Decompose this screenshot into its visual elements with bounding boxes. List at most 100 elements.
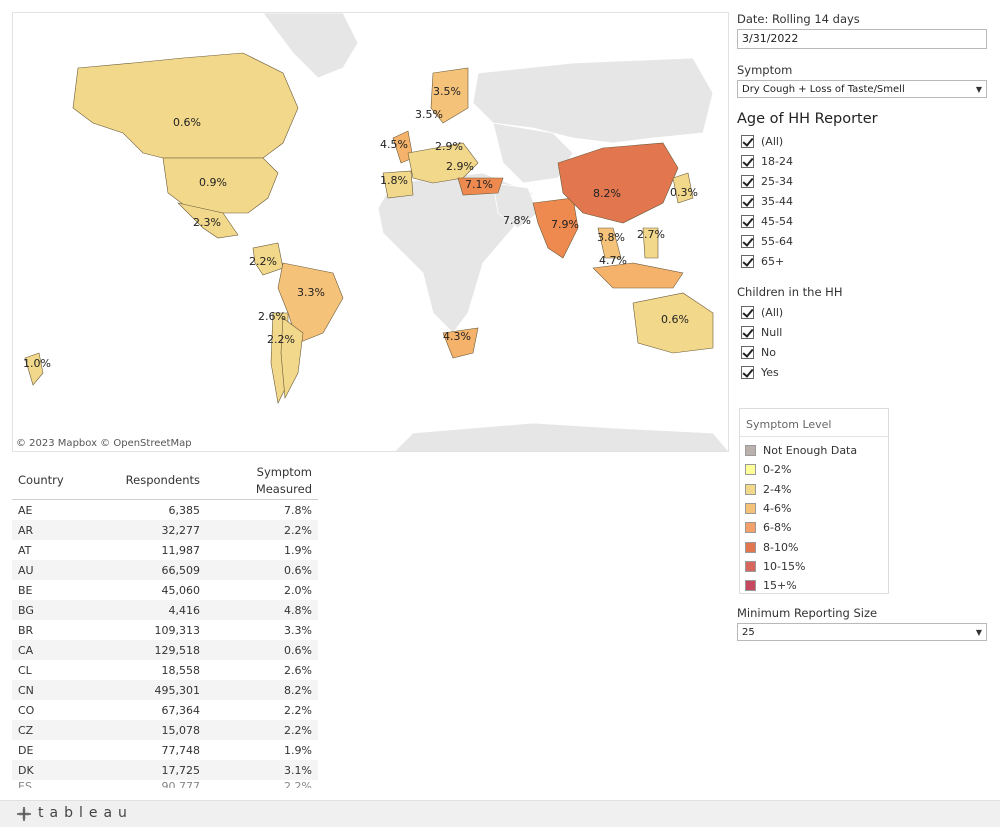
legend-swatch — [745, 464, 756, 476]
map-label-chile: 2.6% — [258, 310, 286, 323]
date-filter-label: Date: Rolling 14 days — [737, 12, 860, 26]
min-size-filter: Minimum Reporting Size 25 ▼ — [737, 606, 987, 641]
checkbox-item[interactable]: 35-44 — [737, 191, 989, 211]
cell-country: BR — [18, 623, 34, 637]
map-label-japan: 0.3% — [670, 186, 698, 199]
table-row[interactable]: CO 67,364 2.2% — [12, 700, 318, 720]
checkbox-label: 18-24 — [761, 154, 793, 168]
checkbox-checked-icon[interactable] — [741, 365, 754, 379]
table-row[interactable]: CZ 15,078 2.2% — [12, 720, 318, 740]
cell-country: DK — [18, 763, 34, 777]
checkbox-item[interactable]: Null — [737, 322, 989, 342]
world-map[interactable]: 0.6% 0.9% 2.3% 2.2% 3.3% 2.6% 2.2% 1.0% … — [12, 12, 729, 452]
cell-symptom: 2.0% — [284, 583, 312, 597]
checkbox-item[interactable]: (All) — [737, 131, 989, 151]
checkbox-checked-icon[interactable] — [741, 345, 754, 359]
cell-respondents: 6,385 — [168, 503, 201, 517]
table-row[interactable]: AT 11,987 1.9% — [12, 540, 318, 560]
checkbox-checked-icon[interactable] — [741, 234, 754, 248]
legend-item[interactable]: 8-10% — [740, 537, 888, 556]
checkbox-checked-icon[interactable] — [741, 194, 754, 208]
cell-country: CN — [18, 683, 34, 697]
checkbox-checked-icon[interactable] — [741, 325, 754, 339]
checkbox-item[interactable]: Yes — [737, 362, 989, 382]
cell-country: AR — [18, 523, 34, 537]
tableau-logo-icon — [17, 807, 31, 821]
map-label-indonesia: 4.7% — [599, 254, 627, 267]
checkbox-label: 55-64 — [761, 234, 793, 248]
symptom-filter-dropdown[interactable]: Dry Cough + Loss of Taste/Smell ▼ — [737, 80, 987, 98]
cell-respondents: 495,301 — [154, 683, 201, 697]
legend-item[interactable]: 4-6% — [740, 499, 888, 518]
cell-symptom: 2.2% — [284, 523, 312, 537]
checkbox-item[interactable]: 65+ — [737, 251, 989, 271]
age-filter-label: Age of HH Reporter — [737, 111, 878, 127]
checkbox-checked-icon[interactable] — [741, 154, 754, 168]
map-attribution[interactable]: © 2023 Mapbox © OpenStreetMap — [16, 438, 192, 449]
table-row[interactable]: AU 66,509 0.6% — [12, 560, 318, 580]
header-symptom[interactable]: Symptom Measured — [200, 464, 312, 499]
checkbox-item[interactable]: 55-64 — [737, 231, 989, 251]
table-row[interactable]: CA 129,518 0.6% — [12, 640, 318, 660]
checkbox-label: (All) — [761, 134, 784, 148]
table-row-partial[interactable]: ES 90,777 2.2% — [12, 780, 318, 788]
table-row[interactable]: DK 17,725 3.1% — [12, 760, 318, 780]
china-shape — [557, 142, 679, 224]
symptom-filter-label: Symptom — [737, 63, 793, 77]
checkbox-checked-icon[interactable] — [741, 214, 754, 228]
date-filter-input[interactable]: 3/31/2022 — [737, 29, 987, 49]
table-row[interactable]: BE 45,060 2.0% — [12, 580, 318, 600]
min-size-dropdown[interactable]: 25 ▼ — [737, 623, 987, 641]
checkbox-checked-icon[interactable] — [741, 254, 754, 268]
cell-respondents: 109,313 — [154, 623, 201, 637]
table-row[interactable]: BR 109,313 3.3% — [12, 620, 318, 640]
cell-symptom: 2.6% — [284, 663, 312, 677]
legend-item[interactable]: 2-4% — [740, 480, 888, 499]
cell-respondents: 32,277 — [161, 523, 201, 537]
legend-swatch — [745, 541, 756, 553]
map-label-usa: 0.9% — [199, 176, 227, 189]
legend-item[interactable]: 15+% — [740, 576, 888, 595]
cell-respondents: 67,364 — [161, 703, 201, 717]
legend-swatch — [745, 580, 756, 592]
cell-respondents: 4,416 — [168, 603, 201, 617]
legend-item[interactable]: 6-8% — [740, 518, 888, 537]
table-row[interactable]: BG 4,416 4.8% — [12, 600, 318, 620]
checkbox-item[interactable]: 25-34 — [737, 171, 989, 191]
map-label-new-zealand: 1.0% — [23, 357, 51, 370]
legend-label: 2-4% — [763, 482, 792, 496]
table-row[interactable]: AE 6,385 7.8% — [12, 500, 318, 520]
cell-country: DE — [18, 743, 34, 757]
checkbox-item[interactable]: 18-24 — [737, 151, 989, 171]
map-label-turkey: 7.1% — [465, 178, 493, 191]
legend-item[interactable]: 0-2% — [740, 460, 888, 479]
checkbox-item[interactable]: No — [737, 342, 989, 362]
tableau-brand[interactable]: tableau — [38, 805, 133, 821]
checkbox-checked-icon[interactable] — [741, 174, 754, 188]
map-label-australia: 0.6% — [661, 313, 689, 326]
table-header: Country Respondents Symptom Measured — [12, 462, 318, 500]
table-row[interactable]: AR 32,277 2.2% — [12, 520, 318, 540]
legend-item[interactable]: Not Enough Data — [740, 441, 888, 460]
header-respondents[interactable]: Respondents — [82, 473, 200, 499]
map-label-brazil: 3.3% — [297, 286, 325, 299]
map-label-south-africa: 4.3% — [443, 330, 471, 343]
cell-symptom: 0.6% — [284, 563, 312, 577]
checkbox-item[interactable]: 45-54 — [737, 211, 989, 231]
table-row[interactable]: DE 77,748 1.9% — [12, 740, 318, 760]
table-row[interactable]: CL 18,558 2.6% — [12, 660, 318, 680]
legend-label: 6-8% — [763, 521, 792, 535]
header-country[interactable]: Country — [12, 473, 82, 499]
legend-item[interactable]: 10-15% — [740, 557, 888, 576]
header-symptom-line1: Symptom — [256, 465, 312, 479]
country-table: Country Respondents Symptom Measured AE 6… — [12, 462, 318, 788]
cell-symptom: 0.6% — [284, 643, 312, 657]
cell-country: CZ — [18, 723, 34, 737]
table-row[interactable]: CN 495,301 8.2% — [12, 680, 318, 700]
greenland-shape — [262, 13, 359, 79]
header-symptom-line2: Measured — [255, 482, 312, 496]
footer-bar: tableau — [0, 800, 1000, 827]
checkbox-checked-icon[interactable] — [741, 305, 754, 319]
checkbox-checked-icon[interactable] — [741, 134, 754, 148]
checkbox-item[interactable]: (All) — [737, 302, 989, 322]
